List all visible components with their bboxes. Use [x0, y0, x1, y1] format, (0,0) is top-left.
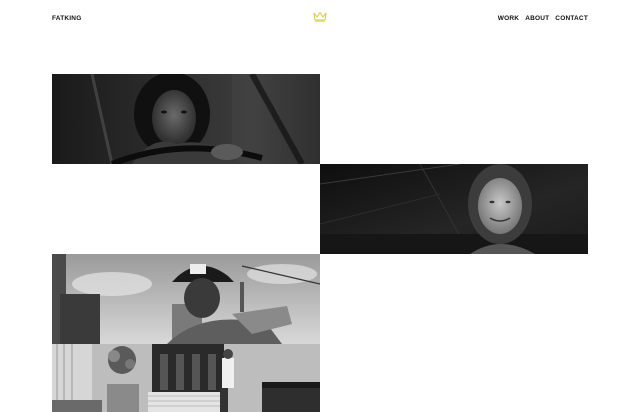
crown-icon[interactable]	[313, 11, 327, 22]
site-header: FATKING WORK ABOUT CONTACT	[0, 0, 640, 40]
work-tile-interior[interactable]	[52, 344, 320, 412]
brand-logo-text[interactable]: FATKING	[52, 15, 81, 22]
nav-contact-link[interactable]: CONTACT	[555, 15, 588, 22]
nav-work-link[interactable]: WORK	[498, 15, 519, 22]
interior-image	[52, 344, 320, 412]
work-tile-smiling-girl[interactable]	[320, 164, 588, 254]
work-tile-woman-driving[interactable]	[52, 74, 320, 164]
work-tile-firefighter[interactable]	[52, 254, 320, 344]
firefighter-image	[52, 254, 320, 344]
smiling-girl-image	[320, 164, 588, 254]
woman-driving-image	[52, 74, 320, 164]
nav-about-link[interactable]: ABOUT	[525, 15, 549, 22]
main-nav: WORK ABOUT CONTACT	[498, 15, 588, 22]
